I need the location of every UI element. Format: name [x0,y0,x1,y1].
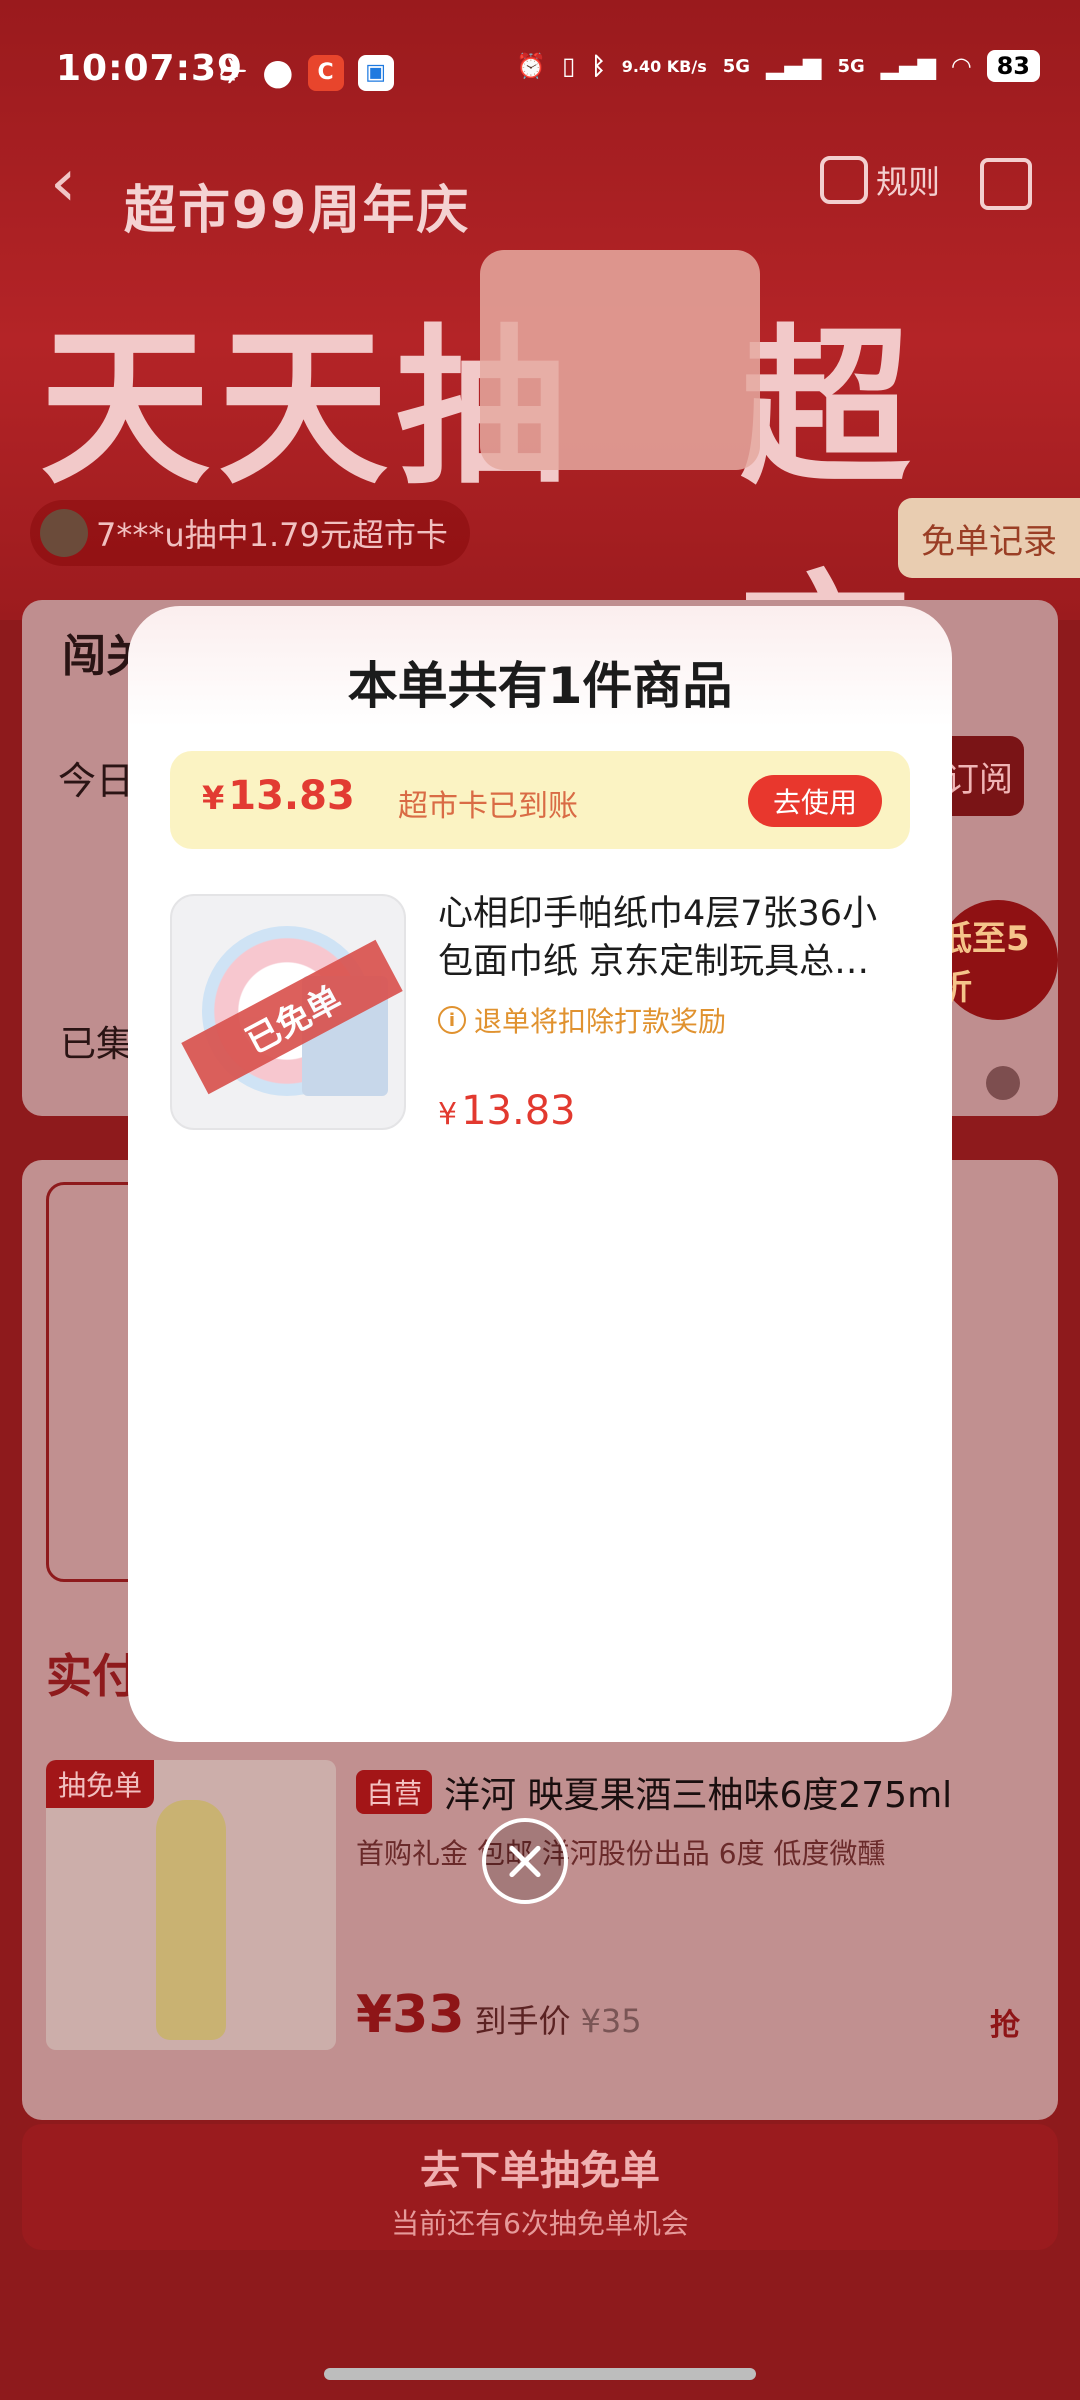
airplane-icon: ✈ [218,52,249,93]
item-thumbnail[interactable]: 已免单 [170,894,406,1130]
hero-gift-box-image [480,250,760,470]
status-bar: 10:07:39 ✈ ● C ▣ ⏰ ▯ ᛒ 9.40 KB/s 5G ▂▄▆ … [0,0,1080,140]
self-operated-badge: 自营 [356,1770,433,1814]
challenge-collected: 已集 [60,1024,133,1065]
product-title[interactable]: 自营 洋河 映夏果酒三柚味6度275ml [356,1766,952,1818]
page-title: 超市99周年庆 [124,181,471,241]
avatar [40,509,88,557]
order-draw-button[interactable]: 去下单抽免单 当前还有6次抽免单机会 [22,2124,1058,2250]
signal-5g-1: 5G [722,55,751,77]
free-draw-tag: 抽免单 [46,1760,155,1808]
price-label: 到手价 [474,2002,571,2040]
dialog-title: 本单共有1件商品 [347,657,733,715]
bottle-image [156,1800,226,2040]
status-right-icons: ⏰ ▯ ᛒ 9.40 KB/s 5G ▂▄▆ 5G ▂▄▆ ◠ 83 [516,50,1040,82]
item-name-line2: 包面巾纸 京东定制玩具总… [438,942,870,982]
refund-warning: i 退单将扣除打款奖励 [438,1000,726,1040]
signal-5g-2: 5G [837,55,865,77]
alarm-icon: ⏰ [516,52,547,80]
order-items-dialog: 本单共有1件商品 ¥13.83 超市卡已到账 去使用 已免单 心相印手帕纸巾4层… [128,606,952,1742]
use-card-button[interactable]: 去使用 [748,775,882,827]
rules-icon [820,156,868,204]
card-amount: ¥13.83 [202,773,355,819]
rules-button[interactable]: 规则 [820,156,940,204]
vibrate-icon: ▯ [562,52,576,80]
product-title-text: 洋河 映夏果酒三柚味6度275ml [444,1775,953,1816]
price-value: ¥33 [356,1985,465,2045]
battery-level: 83 [986,50,1040,82]
status-time: 10:07:39 [56,48,244,89]
promo-badge: 低至5折 [938,900,1058,1020]
item-name-line1: 心相印手帕纸巾4层7张36小 [438,894,878,934]
item-price-value: 13.83 [461,1088,576,1134]
signal-bars-icon: ▂▄▆ [766,52,822,80]
product-desc: 首购礼金 包邮 洋河股份出品 6度 低度微醺 [356,1837,886,1870]
challenge-today: 今日 [58,759,135,803]
card-status: 超市卡已到账 [398,789,578,824]
back-chevron-icon[interactable]: ‹ [50,150,76,216]
original-price: ¥35 [580,2002,642,2040]
home-indicator[interactable] [324,2368,756,2380]
bluetooth-icon: ᛒ [591,52,606,80]
order-draw-subtitle: 当前还有6次抽免单机会 [391,2207,689,2240]
item-currency: ¥ [438,1097,458,1132]
refund-warning-text: 退单将扣除打款奖励 [474,1005,727,1038]
close-dialog-icon[interactable] [482,1818,568,1904]
section-title: 实付 [46,1649,138,1703]
app-square-icon: ▣ [357,54,394,91]
info-icon: i [438,1006,466,1034]
free-record-button[interactable]: 免单记录 [898,498,1080,578]
item-price: ¥13.83 [438,1088,576,1134]
rules-label: 规则 [876,163,941,201]
share-icon[interactable] [980,158,1032,210]
app-c-icon: C [307,54,344,91]
network-speed: 9.40 KB/s [621,56,707,76]
card-amount-value: 13.83 [228,773,355,819]
ticker-text: 7***u抽中1.79元超市卡 [96,516,448,554]
product-price: ¥33 到手价 ¥35 [356,1985,642,2045]
grab-button[interactable]: 抢 [990,2000,1020,2044]
order-draw-title: 去下单抽免单 [420,2148,660,2194]
product-image[interactable]: 抽免单 [46,1760,336,2050]
status-notification-icons: ✈ ● C ▣ [218,52,394,93]
card-currency: ¥ [202,779,225,817]
supermarket-card-row: ¥13.83 超市卡已到账 去使用 [170,751,910,849]
winner-ticker: 7***u抽中1.79元超市卡 [30,500,470,566]
item-name[interactable]: 心相印手帕纸巾4层7张36小 包面巾纸 京东定制玩具总… [438,890,908,986]
wifi-icon: ◠ [952,52,971,80]
wechat-icon: ● [262,52,294,93]
signal-bars-icon-2: ▂▄▆ [880,52,937,80]
close-promo-icon[interactable] [986,1066,1020,1100]
